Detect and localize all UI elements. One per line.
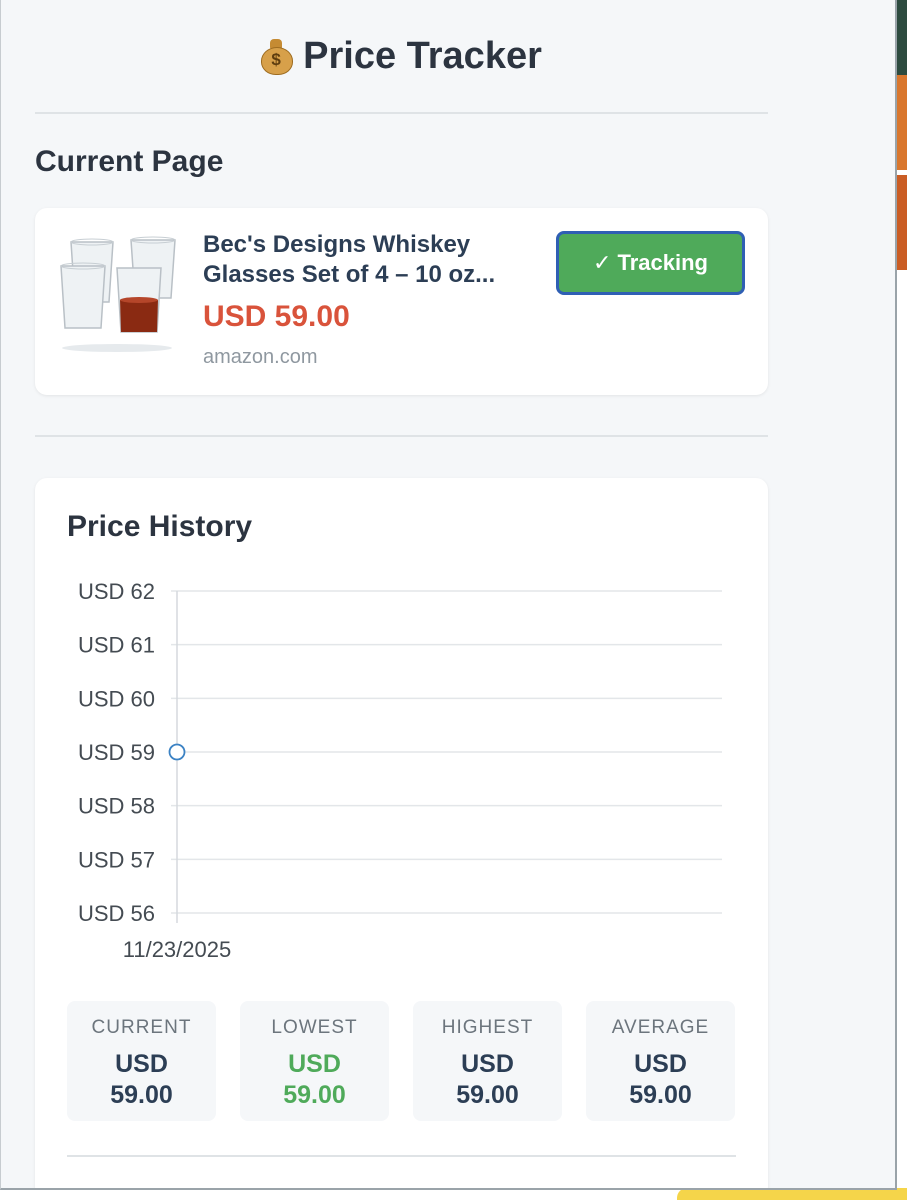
stat-current: CURRENT USD 59.00: [67, 1001, 216, 1121]
y-tick-label: USD 57: [78, 847, 155, 872]
y-tick-label: USD 62: [78, 579, 155, 604]
popup-header: $ Price Tracker: [35, 20, 768, 92]
stat-value: USD 59.00: [110, 1050, 173, 1109]
section-divider: [35, 435, 768, 437]
stat-highest: HIGHEST USD 59.00: [413, 1001, 562, 1121]
checkmark-icon: ✓: [593, 250, 612, 275]
product-card: Bec's Designs Whiskey Glasses Set of 4 –…: [35, 208, 768, 395]
stat-label: AVERAGE: [611, 1017, 710, 1038]
stat-average: AVERAGE USD 59.00: [586, 1001, 735, 1121]
price-history-heading: Price History: [67, 510, 253, 543]
product-domain: amazon.com: [203, 346, 318, 368]
tracking-button[interactable]: ✓ Tracking: [556, 231, 745, 295]
y-tick-label: USD 58: [78, 794, 155, 819]
current-page-heading: Current Page: [35, 145, 224, 178]
product-price: USD 59.00: [203, 300, 350, 333]
price-tracker-popup: $ Price Tracker Current Page Bec's Desig…: [0, 0, 897, 1190]
money-bag-icon: $: [261, 39, 294, 75]
stat-label: HIGHEST: [441, 1017, 534, 1038]
price-stats: CURRENT USD 59.00 LOWEST USD 59.00 HIGHE…: [67, 1001, 735, 1121]
header-divider: [35, 112, 768, 114]
stats-divider: [67, 1155, 736, 1157]
y-tick-label: USD 59: [78, 740, 155, 765]
stat-label: LOWEST: [271, 1017, 358, 1038]
stat-value: USD 59.00: [456, 1050, 519, 1109]
stat-lowest: LOWEST USD 59.00: [240, 1001, 389, 1121]
stat-label: CURRENT: [91, 1017, 192, 1038]
product-thumbnail: [57, 232, 177, 354]
y-tick-label: USD 56: [78, 901, 155, 926]
popup-title: Price Tracker: [303, 34, 542, 77]
product-name: Bec's Designs Whiskey Glasses Set of 4 –…: [203, 231, 496, 288]
price-history-card: Price History USD 62 USD 61 USD 60 USD 59 US…: [35, 478, 768, 1188]
y-tick-label: USD 60: [78, 686, 155, 711]
data-point: [168, 743, 186, 761]
stat-value: USD 59.00: [283, 1050, 346, 1109]
y-tick-label: USD 61: [78, 633, 155, 658]
price-history-chart: USD 62 USD 61 USD 60 USD 59 USD 58 USD 57 USD …: [78, 579, 722, 962]
stat-value: USD 59.00: [629, 1050, 692, 1109]
x-tick-label: 11/23/2025: [123, 937, 231, 962]
tracking-button-label: Tracking: [617, 250, 708, 275]
